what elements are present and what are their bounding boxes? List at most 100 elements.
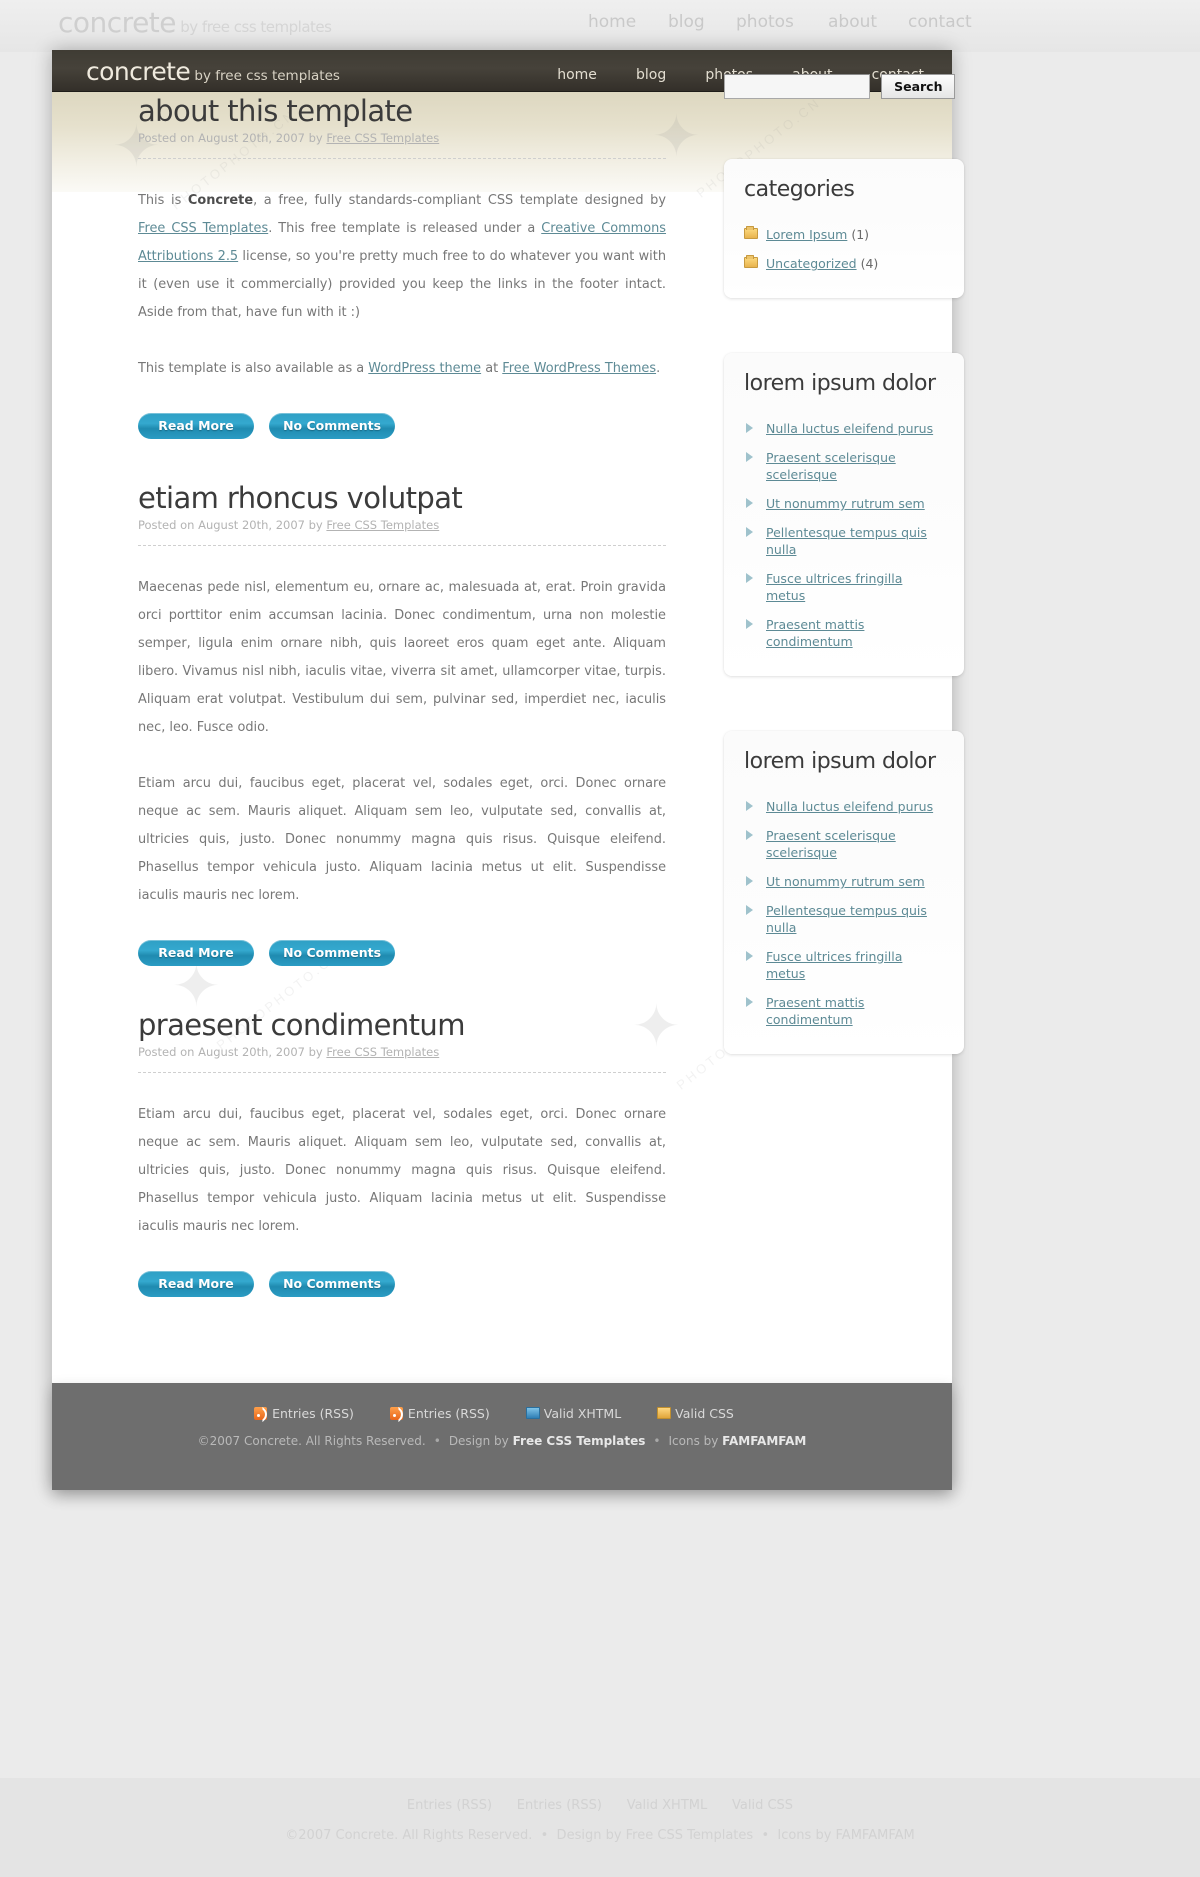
read-more-button[interactable]: Read More bbox=[138, 940, 254, 966]
post-praesent-condimentum: praesent condimentum Posted on August 20… bbox=[138, 1008, 666, 1297]
footer-link-valid-css[interactable]: Valid CSS bbox=[657, 1406, 734, 1421]
folder-icon bbox=[744, 255, 758, 268]
footer-links: Entries (RSS) Entries (RSS) Valid XHTML … bbox=[52, 1383, 952, 1421]
post-about-this-template: about this template Posted on August 20t… bbox=[138, 94, 666, 439]
search-button[interactable]: Search bbox=[881, 74, 956, 99]
post-actions: Read More No Comments bbox=[138, 413, 666, 439]
footer-separator: • bbox=[653, 1434, 661, 1448]
post-author-link[interactable]: Free CSS Templates bbox=[326, 1045, 439, 1059]
background-footer-links: Entries (RSS) Entries (RSS) Valid XHTML … bbox=[406, 1798, 794, 1813]
background-nav-item-blog: blog bbox=[668, 12, 705, 32]
search-input[interactable] bbox=[724, 74, 870, 99]
list-item: Pellentesque tempus quis nulla bbox=[744, 518, 944, 564]
widget-link[interactable]: Praesent mattis condimentum bbox=[766, 617, 864, 649]
nav-item-blog[interactable]: blog bbox=[636, 67, 666, 83]
widget-link[interactable]: Pellentesque tempus quis nulla bbox=[766, 525, 927, 557]
background-nav-item-contact: contact bbox=[908, 12, 972, 32]
link-free-wordpress-themes[interactable]: Free WordPress Themes bbox=[502, 361, 656, 376]
widget-lorem-ipsum-dolor-2: lorem ipsum dolor Nulla luctus eleifend … bbox=[724, 731, 964, 1054]
list-item: Lorem Ipsum (1) bbox=[744, 220, 944, 249]
post-author-link[interactable]: Free CSS Templates bbox=[326, 518, 439, 532]
category-link[interactable]: Uncategorized bbox=[766, 256, 857, 271]
post-meta-prefix: Posted on August 20th, 2007 by bbox=[138, 131, 327, 145]
widget-title: lorem ipsum dolor bbox=[744, 749, 936, 774]
no-comments-button[interactable]: No Comments bbox=[269, 413, 396, 439]
widget-title: lorem ipsum dolor bbox=[744, 371, 936, 396]
main-content: about this template Posted on August 20t… bbox=[138, 94, 666, 1301]
triangle-bullet-icon bbox=[746, 997, 753, 1007]
widget-link[interactable]: Fusce ultrices fringilla metus bbox=[766, 949, 902, 981]
background-logo-main: concrete bbox=[58, 6, 177, 39]
footer-separator: • bbox=[433, 1434, 441, 1448]
widget-link[interactable]: Pellentesque tempus quis nulla bbox=[766, 903, 927, 935]
list-item: Ut nonummy rutrum sem bbox=[744, 867, 944, 896]
list-item: Fusce ultrices fringilla metus bbox=[744, 564, 944, 610]
link-list: Nulla luctus eleifend purus Praesent sce… bbox=[744, 414, 944, 656]
list-item: Fusce ultrices fringilla metus bbox=[744, 942, 944, 988]
no-comments-button[interactable]: No Comments bbox=[269, 940, 396, 966]
text-fragment: . This free template is released under a bbox=[268, 221, 542, 236]
post-title: etiam rhoncus volutpat bbox=[138, 481, 463, 515]
search-form: Search bbox=[724, 74, 964, 104]
widget-link[interactable]: Ut nonummy rutrum sem bbox=[766, 496, 925, 511]
post-meta-prefix: Posted on August 20th, 2007 by bbox=[138, 518, 327, 532]
footer-link-label: Entries (RSS) bbox=[407, 1406, 490, 1421]
widget-title: categories bbox=[744, 177, 855, 202]
footer-link-valid-xhtml[interactable]: Valid XHTML bbox=[525, 1406, 622, 1421]
footer-link-label: Valid CSS bbox=[675, 1406, 734, 1421]
link-wordpress-theme[interactable]: WordPress theme bbox=[368, 361, 481, 376]
post-actions: Read More No Comments bbox=[138, 1271, 666, 1297]
list-item: Ut nonummy rutrum sem bbox=[744, 489, 944, 518]
post-actions: Read More No Comments bbox=[138, 940, 666, 966]
read-more-button[interactable]: Read More bbox=[138, 1271, 254, 1297]
triangle-bullet-icon bbox=[746, 905, 753, 915]
footer-link-entries-rss-1[interactable]: Entries (RSS) bbox=[254, 1406, 354, 1421]
triangle-bullet-icon bbox=[746, 527, 753, 537]
footer-link-entries-rss-2[interactable]: Entries (RSS) bbox=[389, 1406, 490, 1421]
widget-link[interactable]: Fusce ultrices fringilla metus bbox=[766, 571, 902, 603]
link-free-css-templates[interactable]: Free CSS Templates bbox=[138, 221, 268, 236]
list-item: Praesent scelerisque scelerisque bbox=[744, 443, 944, 489]
css-icon bbox=[657, 1407, 672, 1419]
widget-link[interactable]: Ut nonummy rutrum sem bbox=[766, 874, 925, 889]
footer-link-label: Valid XHTML bbox=[543, 1406, 622, 1421]
triangle-bullet-icon bbox=[746, 830, 753, 840]
post-paragraph-1: Maecenas pede nisl, elementum eu, ornare… bbox=[138, 580, 666, 735]
triangle-bullet-icon bbox=[746, 619, 753, 629]
post-author-link[interactable]: Free CSS Templates bbox=[326, 131, 439, 145]
widget-link[interactable]: Nulla luctus eleifend purus bbox=[766, 799, 933, 814]
widget-link[interactable]: Nulla luctus eleifend purus bbox=[766, 421, 933, 436]
category-link[interactable]: Lorem Ipsum bbox=[766, 227, 847, 242]
background-logo: concrete by free css templates bbox=[58, 6, 332, 39]
post-etiam-rhoncus-volutpat: etiam rhoncus volutpat Posted on August … bbox=[138, 481, 666, 966]
design-by-link[interactable]: Free CSS Templates bbox=[513, 1434, 646, 1448]
xhtml-icon bbox=[525, 1407, 540, 1419]
no-comments-button[interactable]: No Comments bbox=[269, 1271, 396, 1297]
background-nav-item-about: about bbox=[828, 12, 878, 32]
text-fragment: . bbox=[656, 361, 661, 376]
logo-tagline: by free css templates bbox=[190, 68, 340, 84]
background-logo-sub: by free css templates bbox=[176, 18, 332, 36]
design-prefix: Design by bbox=[448, 1434, 513, 1448]
widget-link[interactable]: Praesent mattis condimentum bbox=[766, 995, 864, 1027]
post-meta: Posted on August 20th, 2007 by Free CSS … bbox=[138, 1045, 666, 1073]
nav-item-home[interactable]: home bbox=[557, 67, 597, 83]
background-footer-copyright: ©2007 Concrete. All Rights Reserved. • D… bbox=[285, 1828, 915, 1843]
page-body: ✦ PHOTOPHOTO.CN ✦ PHOTOPHOTO.CN ✦ PHOTOP… bbox=[52, 74, 964, 1382]
list-item: Praesent scelerisque scelerisque bbox=[744, 821, 944, 867]
post-paragraph-1: Etiam arcu dui, faucibus eget, placerat … bbox=[138, 1107, 666, 1234]
post-paragraph-1: This is Concrete, a free, fully standard… bbox=[138, 187, 666, 327]
footer-copyright: ©2007 Concrete. All Rights Reserved. • Des… bbox=[52, 1434, 952, 1448]
list-item: Praesent mattis condimentum bbox=[744, 610, 944, 656]
post-strong-concrete: Concrete bbox=[187, 193, 254, 208]
widget-link[interactable]: Praesent scelerisque scelerisque bbox=[766, 450, 896, 482]
read-more-button[interactable]: Read More bbox=[138, 413, 254, 439]
post-title: about this template bbox=[138, 94, 413, 128]
widget-link[interactable]: Praesent scelerisque scelerisque bbox=[766, 828, 896, 860]
icons-by-link[interactable]: FAMFAMFAM bbox=[722, 1434, 806, 1448]
post-paragraph-2: Etiam arcu dui, faucibus eget, placerat … bbox=[138, 776, 666, 903]
text-fragment: , a free, fully standards-compliant CSS … bbox=[253, 193, 666, 208]
post-meta-prefix: Posted on August 20th, 2007 by bbox=[138, 1045, 327, 1059]
list-item: Pellentesque tempus quis nulla bbox=[744, 896, 944, 942]
site-logo[interactable]: concrete by free css templates bbox=[86, 57, 340, 86]
